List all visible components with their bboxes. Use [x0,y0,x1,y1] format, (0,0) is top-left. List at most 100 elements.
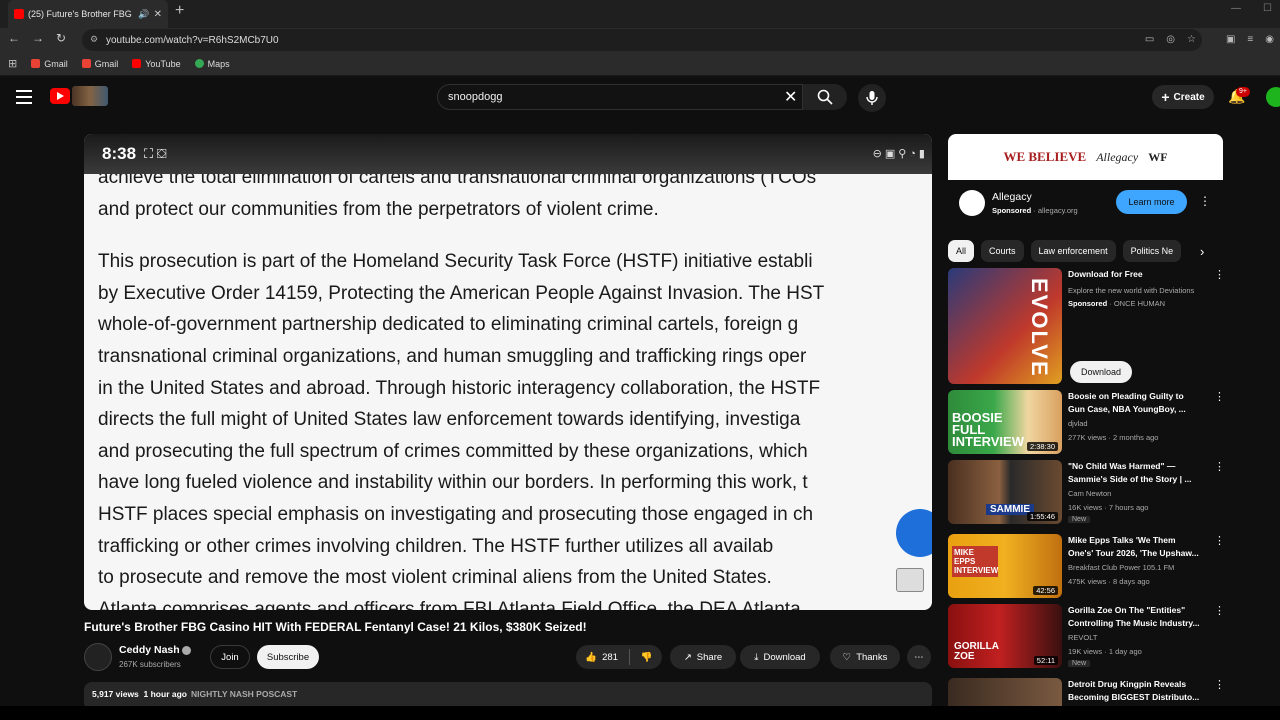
sidebar-ad[interactable]: WE BELIEVE Allegacy WF Allegacy Sponsore… [948,134,1223,226]
thumbnail-text: EVOLVE [1027,278,1052,378]
search-input[interactable]: snoopdogg [437,84,803,110]
more-vert-icon[interactable]: ⋮ [1214,534,1225,547]
more-vert-icon[interactable]: ⋮ [1214,678,1225,691]
bookmark-youtube[interactable]: YouTube [132,59,181,69]
video-thumbnail[interactable] [948,678,1062,706]
share-icon: ↗ [683,651,692,663]
youtube-logo-icon[interactable] [50,88,70,104]
account-avatar[interactable] [1266,87,1280,107]
frame-line: whole-of-government partnership dedicate… [98,314,799,336]
eye-off-icon[interactable]: ◎ [1166,34,1175,45]
site-info-icon[interactable]: ⚙ [90,34,100,44]
thumbs-down-icon[interactable]: 👎 [641,652,653,663]
thumbnail-text: GORILLA ZOE [954,641,999,662]
channel-name[interactable]: Ceddy Nash [119,644,180,656]
sponsored-title[interactable]: Download for Free [1068,268,1200,281]
download-ad-button[interactable]: Download [1070,361,1132,383]
duration-badge: 1:55:46 [1026,512,1058,521]
join-button[interactable]: Join [210,645,250,669]
bookmark-maps[interactable]: Maps [194,59,230,69]
related-video[interactable]: SAMMIE 1:55:46 "No Child Was Harmed" — S… [948,460,1228,526]
clear-search-icon[interactable]: ✕ [784,87,797,107]
hamburger-menu-icon[interactable] [16,90,32,104]
back-icon[interactable]: ← [8,31,20,45]
share-button[interactable]: ↗ Share [670,645,736,669]
bookmark-gmail-1[interactable]: Gmail [31,59,68,69]
notification-badge: 9+ [1236,87,1250,97]
thanks-icon: ♡ [842,651,852,663]
browser-tab[interactable]: (25) Future's Brother FBG C 🔊 ✕ [8,0,168,28]
video-thumbnail[interactable]: BOOSIE FULL INTERVIEW 2:38:30 [948,390,1062,454]
subscribe-button[interactable]: Subscribe [257,645,319,669]
related-video[interactable]: MIKE EPPS INTERVIEW 42:56 Mike Epps Talk… [948,534,1228,600]
advertiser-logo[interactable] [959,190,985,216]
maps-icon [194,59,204,68]
forward-icon[interactable]: → [32,31,44,45]
sponsored-thumbnail[interactable]: EVOLVE [948,268,1062,384]
related-title: Gorilla Zoe On The "Entities" Controllin… [1068,605,1200,628]
chip-law-enforcement[interactable]: Law enforcement [1030,240,1116,262]
sidepanel-icon[interactable]: ▣ [1226,34,1235,45]
frame-line: and protect our communities from the per… [98,198,659,220]
related-title: Detroit Drug Kingpin Reveals Becoming BI… [1068,679,1200,702]
learn-more-button[interactable]: Learn more [1116,190,1187,214]
like-dislike-button[interactable]: 👍 281 👎 [576,645,662,669]
menu-icon[interactable]: ≡ [1247,34,1253,45]
tab-close-icon[interactable]: ✕ [154,9,162,20]
chevron-right-icon[interactable]: › [1200,244,1204,259]
bookmark-star-icon[interactable]: ☆ [1187,34,1196,45]
minimize-icon[interactable]: — [1231,3,1241,14]
video-thumbnail[interactable]: SAMMIE 1:55:46 [948,460,1062,524]
sponsored-video-card[interactable]: EVOLVE Download for Free Explore the new… [948,268,1228,386]
more-vert-icon[interactable]: ⋮ [1214,604,1225,617]
thumbs-up-icon[interactable]: 👍 [585,652,597,663]
youtube-favicon-icon [14,9,24,19]
voice-search-button[interactable] [858,84,886,112]
create-button[interactable]: + Create [1152,85,1214,109]
frame-line: Atlanta comprises agents and officers fr… [98,598,801,610]
video-thumbnail[interactable]: GORILLA ZOE 52:11 [948,604,1062,668]
related-video[interactable]: GORILLA ZOE 52:11 Gorilla Zoe On The "En… [948,604,1228,670]
video-player[interactable]: achieve the total elimination of cartels… [84,134,932,610]
share-label: Share [696,651,723,663]
duration-badge: 2:38:30 [1026,442,1058,451]
duration-badge: 42:56 [1033,586,1058,595]
ad-sponsored-line: Sponsored · allegacy.org [992,206,1078,215]
speaker-icon[interactable]: 🔊 [138,9,149,20]
filter-chips: All Courts Law enforcement Politics Ne [948,240,1182,262]
search-button[interactable] [803,84,847,110]
channel-avatar[interactable] [84,643,112,671]
chip-courts[interactable]: Courts [981,240,1024,262]
more-actions-icon[interactable]: ⋯ [907,645,931,669]
video-frame-text: achieve the total elimination of cartels… [98,162,932,610]
video-thumbnail[interactable]: MIKE EPPS INTERVIEW 42:56 [948,534,1062,598]
ad-banner[interactable]: WE BELIEVE Allegacy WF [948,134,1223,180]
verified-check-icon [182,646,191,655]
ad-more-icon[interactable]: ⋮ [1199,194,1211,208]
bookmark-gmail-2[interactable]: Gmail [81,59,118,69]
new-badge: New [1068,516,1091,523]
ad-banner-logo: WF [1148,149,1168,164]
more-vert-icon[interactable]: ⋮ [1214,390,1225,403]
omnibox[interactable]: ⚙ youtube.com/watch?v=R6hS2MCb7U0 [82,29,1202,51]
chip-all[interactable]: All [948,240,975,262]
cast-icon[interactable]: ▭ [1145,34,1154,45]
related-video[interactable]: Detroit Drug Kingpin Reveals Becoming BI… [948,678,1228,706]
download-button[interactable]: ⤓ Download [740,645,820,669]
more-vert-icon[interactable]: ⋮ [1214,268,1225,281]
new-tab-icon[interactable]: + [175,2,184,20]
youtube-doodle[interactable] [72,86,108,106]
reload-icon[interactable]: ↻ [56,31,66,45]
more-vert-icon[interactable]: ⋮ [1214,460,1225,473]
description-tag[interactable]: NIGHTLY NASH POSCAST [191,689,297,699]
frame-line: in the United States and abroad. Through… [98,377,821,399]
sponsored-label: Sponsored [992,206,1032,215]
profile-icon[interactable]: ◉ [1265,34,1274,45]
related-video[interactable]: BOOSIE FULL INTERVIEW 2:38:30 Boosie on … [948,390,1228,456]
thanks-button[interactable]: ♡ Thanks [830,645,900,669]
upload-age: 1 hour ago [143,689,187,699]
maximize-icon[interactable]: ☐ [1263,3,1272,14]
window-controls: — ☐ [1231,3,1272,14]
apps-grid-icon[interactable]: ⊞ [8,57,17,70]
chip-politics[interactable]: Politics Ne [1122,240,1182,262]
